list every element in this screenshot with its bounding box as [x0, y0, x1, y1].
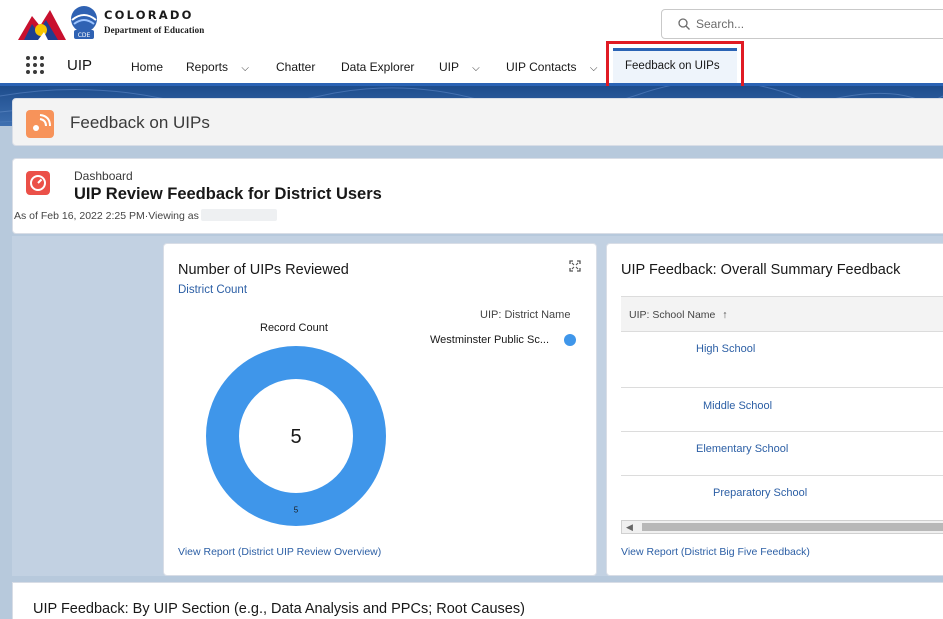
page-header: Feedback on UIPs: [12, 98, 943, 146]
card-title: Number of UIPs Reviewed: [178, 262, 349, 278]
page-title: Feedback on UIPs: [70, 113, 210, 132]
badge-text: CDE: [78, 32, 91, 39]
by-section-card: UIP Feedback: By UIP Section (e.g., Data…: [12, 582, 943, 619]
view-report-link[interactable]: View Report (District Big Five Feedback): [621, 546, 810, 558]
dashboard-header: Dashboard UIP Review Feedback for Distri…: [12, 158, 943, 234]
school-link[interactable]: Preparatory School: [713, 487, 807, 499]
nav-item-label: Home: [131, 60, 164, 74]
card-title: UIP Feedback: Overall Summary Feedback: [621, 262, 901, 278]
nav-item-label: UIP Contacts: [506, 60, 577, 74]
global-header: CDE COLORADO Department of Education: [0, 0, 943, 48]
as-of-timestamp: As of Feb 16, 2022 2:25 PM·Viewing as: [14, 210, 199, 222]
app-name: UIP: [67, 57, 93, 74]
nav-item-chatter[interactable]: Chatter: [276, 60, 315, 74]
school-link[interactable]: Middle School: [703, 400, 772, 412]
nav-item-label: Chatter: [276, 60, 316, 74]
legend-swatch: [564, 334, 576, 346]
table-row: Elementary School: [621, 432, 943, 476]
global-search[interactable]: [661, 9, 943, 39]
nav-item-label: Reports: [186, 60, 229, 74]
slice-value-label: 5: [294, 506, 299, 515]
logo-state-text: COLORADO: [104, 8, 194, 22]
column-header-school-name[interactable]: UIP: School Name ↑: [629, 309, 728, 321]
nav-item-data-explorer[interactable]: Data Explorer: [341, 60, 414, 74]
legend-title: UIP: District Name: [480, 309, 571, 321]
overall-summary-card: UIP Feedback: Overall Summary Feedback U…: [606, 243, 943, 576]
scroll-left-icon[interactable]: ◀: [626, 522, 633, 533]
nav-item-label: UIP: [439, 60, 459, 74]
uips-reviewed-card: Number of UIPs Reviewed District Count R…: [163, 243, 597, 576]
sort-arrow-icon[interactable]: ↑: [722, 309, 727, 321]
app-launcher-icon[interactable]: [26, 56, 46, 76]
donut-total-label: 5: [290, 426, 301, 448]
scrollbar-thumb[interactable]: [642, 523, 943, 531]
horizontal-scrollbar[interactable]: ◀: [621, 520, 943, 534]
as-of-text: As of Feb 16, 2022 2:25 PM·Viewing as: [14, 209, 277, 222]
view-report-link[interactable]: View Report (District UIP Review Overvie…: [178, 546, 381, 558]
donut-chart: 55: [206, 346, 386, 526]
table-row: Preparatory School: [621, 476, 943, 520]
search-icon: [678, 18, 690, 30]
chevron-down-icon[interactable]: ⌵: [472, 63, 480, 74]
chevron-down-icon[interactable]: ⌵: [590, 63, 598, 74]
nav-item-reports[interactable]: Reports ⌵: [186, 60, 249, 74]
cde-logo[interactable]: CDE COLORADO Department of Education: [18, 6, 248, 42]
nav-item-label: Data Explorer: [341, 60, 415, 74]
colorado-flag-icon: [18, 10, 66, 40]
nav-item-home[interactable]: Home: [131, 60, 163, 74]
dashboard-label: Dashboard: [74, 169, 133, 183]
redacted-user: [200, 209, 277, 221]
search-input[interactable]: [696, 13, 936, 35]
dashboard-title: UIP Review Feedback for District Users: [74, 185, 382, 203]
nav-item-uip[interactable]: UIP ⌵: [439, 60, 480, 74]
legend-entry[interactable]: Westminster Public Sc...: [430, 334, 549, 346]
table-row: Middle School: [621, 388, 943, 432]
school-link[interactable]: Elementary School: [696, 443, 788, 455]
table-header[interactable]: UIP: School Name ↑: [621, 296, 943, 332]
card-title: UIP Feedback: By UIP Section (e.g., Data…: [33, 601, 525, 617]
chart-measure-label: Record Count: [260, 322, 328, 334]
dashboard-gauge-icon: [26, 171, 50, 195]
column-header-label: UIP: School Name: [629, 309, 716, 321]
logo-dept-text: Department of Education: [104, 25, 205, 35]
tab-label: Feedback on UIPs: [625, 60, 720, 72]
tab-feedback-on-uips[interactable]: Feedback on UIPs: [613, 48, 737, 83]
app-nav-bar: UIP Home Reports ⌵ Chatter Data Explorer…: [0, 48, 943, 86]
cde-badge-icon: CDE: [71, 6, 97, 39]
feedback-icon: [26, 110, 54, 138]
expand-icon[interactable]: [569, 260, 581, 272]
chevron-down-icon[interactable]: ⌵: [241, 63, 249, 74]
card-subtitle: District Count: [178, 284, 248, 296]
nav-item-uip-contacts[interactable]: UIP Contacts ⌵: [506, 60, 597, 74]
table-row: High School: [621, 332, 943, 388]
school-link[interactable]: High School: [696, 343, 755, 355]
